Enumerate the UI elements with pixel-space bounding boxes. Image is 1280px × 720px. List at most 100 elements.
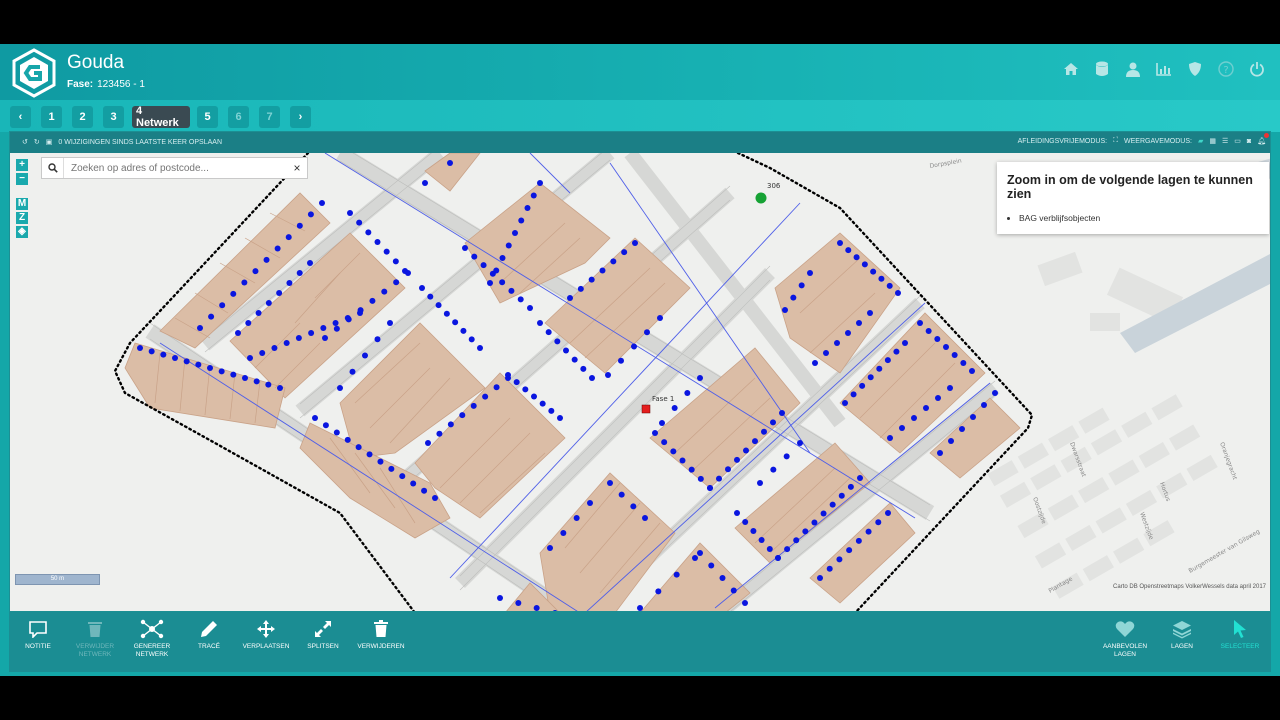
mode-m-button[interactable]: M: [16, 198, 28, 210]
address-point[interactable]: [557, 415, 563, 421]
address-point[interactable]: [573, 515, 580, 521]
address-point[interactable]: [508, 287, 515, 294]
address-point[interactable]: [923, 405, 929, 411]
address-point[interactable]: [539, 400, 546, 407]
address-point[interactable]: [355, 444, 362, 451]
address-point[interactable]: [876, 365, 883, 372]
address-point[interactable]: [812, 360, 818, 366]
address-point[interactable]: [322, 422, 329, 429]
address-point[interactable]: [948, 438, 954, 444]
address-point[interactable]: [911, 415, 917, 421]
redo-icon[interactable]: ↻: [34, 138, 40, 146]
address-point[interactable]: [377, 458, 384, 465]
address-point[interactable]: [344, 436, 351, 443]
address-point[interactable]: [522, 386, 529, 393]
address-point[interactable]: [533, 605, 540, 611]
address-point[interactable]: [855, 537, 862, 544]
aanbevolen-lagen-button[interactable]: AANBEVOLEN LAGEN: [1095, 618, 1155, 659]
address-point[interactable]: [587, 500, 593, 506]
address-point[interactable]: [374, 336, 381, 343]
address-point[interactable]: [230, 290, 237, 297]
address-point[interactable]: [369, 297, 376, 304]
address-point[interactable]: [959, 426, 965, 432]
zoom-in-button[interactable]: +: [16, 159, 28, 171]
address-point[interactable]: [443, 310, 450, 317]
address-point[interactable]: [652, 430, 658, 436]
address-point[interactable]: [671, 405, 678, 411]
address-point[interactable]: [421, 487, 428, 494]
address-point[interactable]: [758, 537, 765, 543]
address-point[interactable]: [447, 421, 454, 428]
address-point[interactable]: [399, 473, 406, 480]
address-point[interactable]: [537, 180, 543, 186]
address-point[interactable]: [642, 515, 648, 521]
address-point[interactable]: [618, 357, 624, 364]
address-point[interactable]: [847, 483, 854, 490]
address-point[interactable]: [782, 307, 788, 313]
user-icon[interactable]: [1124, 60, 1142, 78]
address-point[interactable]: [823, 350, 829, 356]
address-point[interactable]: [885, 510, 891, 516]
address-point[interactable]: [530, 192, 537, 199]
grid-view-icon[interactable]: ▦: [1209, 137, 1216, 145]
address-point[interactable]: [554, 338, 561, 345]
genereer-netwerk-button[interactable]: GENEREER NETWERK: [122, 618, 182, 659]
locate-icon[interactable]: ◈: [16, 226, 28, 238]
address-point[interactable]: [857, 475, 863, 481]
address-point[interactable]: [432, 495, 438, 501]
address-point[interactable]: [708, 562, 715, 569]
address-point[interactable]: [644, 329, 650, 336]
address-point[interactable]: [775, 555, 781, 561]
address-point[interactable]: [172, 355, 178, 361]
address-point[interactable]: [845, 330, 851, 336]
address-point[interactable]: [688, 466, 695, 473]
address-point[interactable]: [784, 546, 791, 553]
address-point[interactable]: [838, 492, 845, 499]
address-point[interactable]: [605, 372, 611, 378]
address-point[interactable]: [935, 395, 941, 401]
address-point[interactable]: [850, 391, 857, 398]
address-point[interactable]: [356, 219, 363, 226]
address-point[interactable]: [887, 435, 893, 441]
address-point[interactable]: [259, 350, 266, 356]
address-point[interactable]: [969, 368, 975, 374]
address-point[interactable]: [829, 501, 836, 508]
address-point[interactable]: [820, 510, 827, 517]
address-point[interactable]: [247, 355, 253, 361]
address-point[interactable]: [657, 315, 663, 321]
address-point[interactable]: [981, 402, 987, 408]
address-point[interactable]: [655, 588, 662, 595]
step-2-button[interactable]: 2: [72, 106, 93, 128]
address-point[interactable]: [276, 290, 283, 296]
save-icon[interactable]: ▣: [46, 138, 53, 146]
address-point[interactable]: [357, 307, 364, 314]
address-point[interactable]: [393, 279, 400, 286]
address-point[interactable]: [589, 375, 595, 381]
address-point[interactable]: [670, 448, 677, 455]
address-point[interactable]: [545, 329, 552, 336]
address-point[interactable]: [943, 344, 949, 350]
address-point[interactable]: [241, 279, 248, 286]
table-view-icon[interactable]: ▭: [1234, 137, 1241, 145]
step-5-button[interactable]: 5: [197, 106, 218, 128]
address-point[interactable]: [697, 375, 703, 381]
address-point[interactable]: [673, 571, 680, 578]
address-point[interactable]: [548, 407, 555, 414]
address-point[interactable]: [263, 256, 270, 263]
address-point[interactable]: [719, 575, 726, 581]
address-point[interactable]: [208, 313, 215, 320]
address-point[interactable]: [505, 242, 512, 249]
mode-z-button[interactable]: Z: [16, 212, 28, 224]
address-point[interactable]: [296, 222, 303, 229]
database-icon[interactable]: [1093, 60, 1111, 78]
red-point-marker[interactable]: [641, 404, 651, 414]
home-icon[interactable]: [1062, 60, 1080, 78]
address-point[interactable]: [947, 385, 953, 391]
address-point[interactable]: [219, 302, 226, 309]
address-point[interactable]: [802, 528, 809, 535]
address-point[interactable]: [285, 234, 292, 241]
address-point[interactable]: [427, 293, 434, 300]
address-point[interactable]: [895, 290, 901, 296]
address-point[interactable]: [637, 605, 643, 611]
verwijderen-button[interactable]: VERWIJDEREN: [351, 618, 411, 651]
